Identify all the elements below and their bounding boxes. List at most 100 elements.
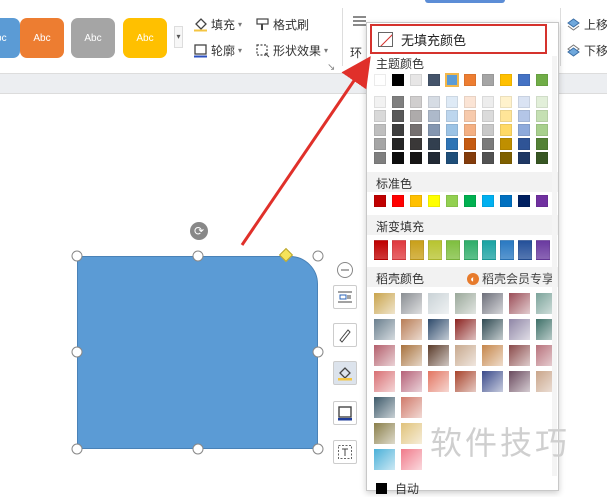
theme-shade-swatch[interactable] bbox=[482, 152, 494, 164]
standard-color-swatch[interactable] bbox=[410, 195, 422, 207]
theme-shade-swatch[interactable] bbox=[446, 110, 458, 122]
standard-color-swatch[interactable] bbox=[374, 195, 386, 207]
docer-color-swatch[interactable] bbox=[428, 345, 449, 366]
resize-handle[interactable] bbox=[192, 443, 204, 455]
theme-shade-swatch[interactable] bbox=[428, 152, 440, 164]
docer-color-swatch[interactable] bbox=[482, 345, 503, 366]
format-painter-button[interactable]: 格式刷 bbox=[255, 16, 309, 33]
theme-shade-swatch[interactable] bbox=[500, 152, 512, 164]
theme-shade-swatch[interactable] bbox=[410, 96, 422, 108]
dialog-launcher-button[interactable]: ↘ bbox=[327, 62, 335, 73]
fill-button[interactable]: 填充 ▾ bbox=[193, 16, 242, 33]
theme-shade-swatch[interactable] bbox=[374, 138, 386, 150]
theme-color-swatch[interactable] bbox=[392, 74, 404, 86]
docer-color-swatch[interactable] bbox=[428, 293, 449, 314]
theme-shade-swatch[interactable] bbox=[536, 96, 548, 108]
theme-shade-swatch[interactable] bbox=[500, 124, 512, 136]
theme-shade-swatch[interactable] bbox=[392, 124, 404, 136]
shape-outline-quick-button[interactable] bbox=[333, 323, 357, 347]
theme-shade-swatch[interactable] bbox=[410, 152, 422, 164]
theme-shade-swatch[interactable] bbox=[518, 110, 530, 122]
docer-color-swatch[interactable] bbox=[509, 319, 530, 340]
shape-border-quick-button[interactable] bbox=[333, 401, 357, 425]
rotate-handle-icon[interactable]: ⟳ bbox=[190, 222, 208, 240]
theme-shade-swatch[interactable] bbox=[482, 124, 494, 136]
resize-handle[interactable] bbox=[312, 443, 324, 455]
docer-color-swatch[interactable] bbox=[455, 371, 476, 392]
theme-shade-swatch[interactable] bbox=[428, 110, 440, 122]
docer-color-swatch[interactable] bbox=[401, 345, 422, 366]
theme-shade-swatch[interactable] bbox=[410, 138, 422, 150]
theme-shade-swatch[interactable] bbox=[374, 152, 386, 164]
theme-shade-swatch[interactable] bbox=[500, 96, 512, 108]
theme-shade-swatch[interactable] bbox=[374, 110, 386, 122]
layout-options-button[interactable] bbox=[333, 285, 357, 309]
theme-shade-swatch[interactable] bbox=[392, 152, 404, 164]
resize-handle[interactable] bbox=[71, 250, 83, 262]
theme-shade-swatch[interactable] bbox=[446, 124, 458, 136]
dropdown-scrollbar[interactable] bbox=[552, 56, 557, 476]
theme-shade-swatch[interactable] bbox=[518, 124, 530, 136]
docer-color-swatch[interactable] bbox=[455, 345, 476, 366]
rounded-rectangle-shape[interactable] bbox=[77, 256, 318, 449]
docer-color-swatch[interactable] bbox=[482, 371, 503, 392]
theme-shade-swatch[interactable] bbox=[428, 96, 440, 108]
shape-fill-quick-button[interactable] bbox=[333, 361, 357, 385]
docer-color-swatch[interactable] bbox=[482, 319, 503, 340]
standard-color-swatch[interactable] bbox=[446, 195, 458, 207]
theme-shade-swatch[interactable] bbox=[446, 152, 458, 164]
standard-color-swatch[interactable] bbox=[392, 195, 404, 207]
theme-shade-swatch[interactable] bbox=[482, 110, 494, 122]
docer-color-swatch[interactable] bbox=[401, 293, 422, 314]
theme-shade-swatch[interactable] bbox=[392, 110, 404, 122]
bring-up-button[interactable]: 上移 bbox=[566, 16, 607, 33]
theme-shade-swatch[interactable] bbox=[536, 138, 548, 150]
resize-handle[interactable] bbox=[192, 250, 204, 262]
theme-shade-swatch[interactable] bbox=[482, 138, 494, 150]
docer-color-swatch[interactable] bbox=[428, 371, 449, 392]
docer-color-swatch[interactable] bbox=[401, 371, 422, 392]
docer-color-swatch[interactable] bbox=[509, 345, 530, 366]
theme-shade-swatch[interactable] bbox=[392, 96, 404, 108]
theme-shade-swatch[interactable] bbox=[446, 96, 458, 108]
theme-shade-swatch[interactable] bbox=[374, 96, 386, 108]
theme-shade-swatch[interactable] bbox=[536, 152, 548, 164]
standard-color-swatch[interactable] bbox=[518, 195, 530, 207]
gradient-fill-swatch[interactable] bbox=[482, 240, 496, 260]
theme-shade-swatch[interactable] bbox=[428, 138, 440, 150]
resize-handle[interactable] bbox=[312, 250, 324, 262]
standard-color-swatch[interactable] bbox=[500, 195, 512, 207]
docer-color-swatch[interactable] bbox=[374, 345, 395, 366]
gradient-fill-swatch[interactable] bbox=[518, 240, 532, 260]
docer-color-swatch[interactable] bbox=[374, 449, 395, 470]
auto-color-option[interactable]: 自动 bbox=[376, 480, 419, 497]
theme-shade-swatch[interactable] bbox=[500, 110, 512, 122]
theme-shade-swatch[interactable] bbox=[464, 138, 476, 150]
theme-shade-swatch[interactable] bbox=[464, 152, 476, 164]
theme-shade-swatch[interactable] bbox=[518, 138, 530, 150]
outline-button[interactable]: 轮廓 ▾ bbox=[193, 42, 242, 59]
shape-style-preset[interactable]: Abc bbox=[71, 18, 115, 58]
theme-shade-swatch[interactable] bbox=[464, 96, 476, 108]
theme-shade-swatch[interactable] bbox=[446, 138, 458, 150]
surround-label[interactable]: 环 bbox=[350, 44, 362, 61]
resize-handle[interactable] bbox=[312, 346, 324, 358]
docer-color-swatch[interactable] bbox=[428, 319, 449, 340]
gradient-fill-swatch[interactable] bbox=[500, 240, 514, 260]
theme-shade-swatch[interactable] bbox=[536, 110, 548, 122]
docer-color-swatch[interactable] bbox=[509, 371, 530, 392]
gradient-fill-swatch[interactable] bbox=[374, 240, 388, 260]
docer-color-swatch[interactable] bbox=[401, 423, 422, 444]
docer-color-swatch[interactable] bbox=[455, 319, 476, 340]
theme-shade-swatch[interactable] bbox=[500, 138, 512, 150]
theme-color-swatch[interactable] bbox=[464, 74, 476, 86]
docer-color-swatch[interactable] bbox=[401, 397, 422, 418]
theme-shade-swatch[interactable] bbox=[410, 124, 422, 136]
standard-color-swatch[interactable] bbox=[464, 195, 476, 207]
docer-color-swatch[interactable] bbox=[482, 293, 503, 314]
gradient-fill-swatch[interactable] bbox=[410, 240, 424, 260]
gradient-fill-swatch[interactable] bbox=[464, 240, 478, 260]
theme-shade-swatch[interactable] bbox=[410, 110, 422, 122]
theme-color-swatch[interactable] bbox=[482, 74, 494, 86]
standard-color-swatch[interactable] bbox=[536, 195, 548, 207]
